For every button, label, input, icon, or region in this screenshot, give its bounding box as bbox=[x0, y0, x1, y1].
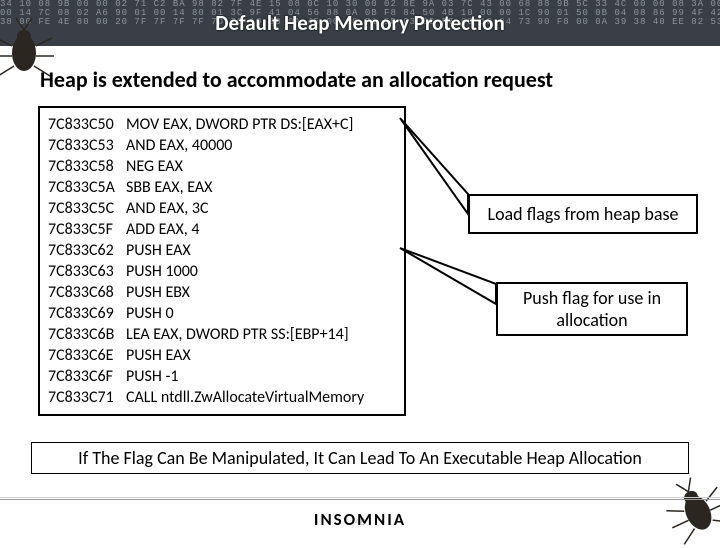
code-line: 7C833C68PUSH EBX bbox=[48, 282, 396, 303]
code-line: 7C833C53AND EAX, 40000 bbox=[48, 135, 396, 156]
callout-push-flag: Push flag for use in allocation bbox=[496, 282, 688, 336]
code-line: 7C833C5CAND EAX, 3C bbox=[48, 198, 396, 219]
code-line: 7C833C63PUSH 1000 bbox=[48, 261, 396, 282]
footer-logo: INSOMNIA bbox=[0, 509, 720, 530]
callout-load-flags: Load flags from heap base bbox=[468, 194, 698, 234]
disassembly-box: 7C833C50MOV EAX, DWORD PTR DS:[EAX+C] 7C… bbox=[38, 106, 406, 416]
slide-title: Default Heap Memory Protection bbox=[0, 0, 720, 46]
code-line: 7C833C5FADD EAX, 4 bbox=[48, 219, 396, 240]
code-line: 7C833C71CALL ntdll.ZwAllocateVirtualMemo… bbox=[48, 387, 396, 408]
callout-arrow-icon bbox=[398, 240, 502, 310]
conclusion-box: If The Flag Can Be Manipulated, It Can L… bbox=[31, 442, 689, 474]
code-line: 7C833C62PUSH EAX bbox=[48, 240, 396, 261]
code-line: 7C833C5ASBB EAX, EAX bbox=[48, 177, 396, 198]
title-banner: 34 10 08 9B 00 00 02 71 C2 BA 98 82 7F 4… bbox=[0, 0, 720, 46]
code-line: 7C833C58NEG EAX bbox=[48, 156, 396, 177]
divider bbox=[0, 499, 720, 500]
code-line: 7C833C6EPUSH EAX bbox=[48, 345, 396, 366]
section-heading: Heap is extended to accommodate an alloc… bbox=[40, 66, 553, 93]
code-line: 7C833C6BLEA EAX, DWORD PTR SS:[EBP+14] bbox=[48, 324, 396, 345]
callout-arrow-icon bbox=[398, 110, 476, 220]
code-line: 7C833C69PUSH 0 bbox=[48, 303, 396, 324]
divider bbox=[0, 497, 720, 498]
roach-icon bbox=[656, 468, 720, 548]
code-line: 7C833C6FPUSH -1 bbox=[48, 366, 396, 387]
code-line: 7C833C50MOV EAX, DWORD PTR DS:[EAX+C] bbox=[48, 114, 396, 135]
